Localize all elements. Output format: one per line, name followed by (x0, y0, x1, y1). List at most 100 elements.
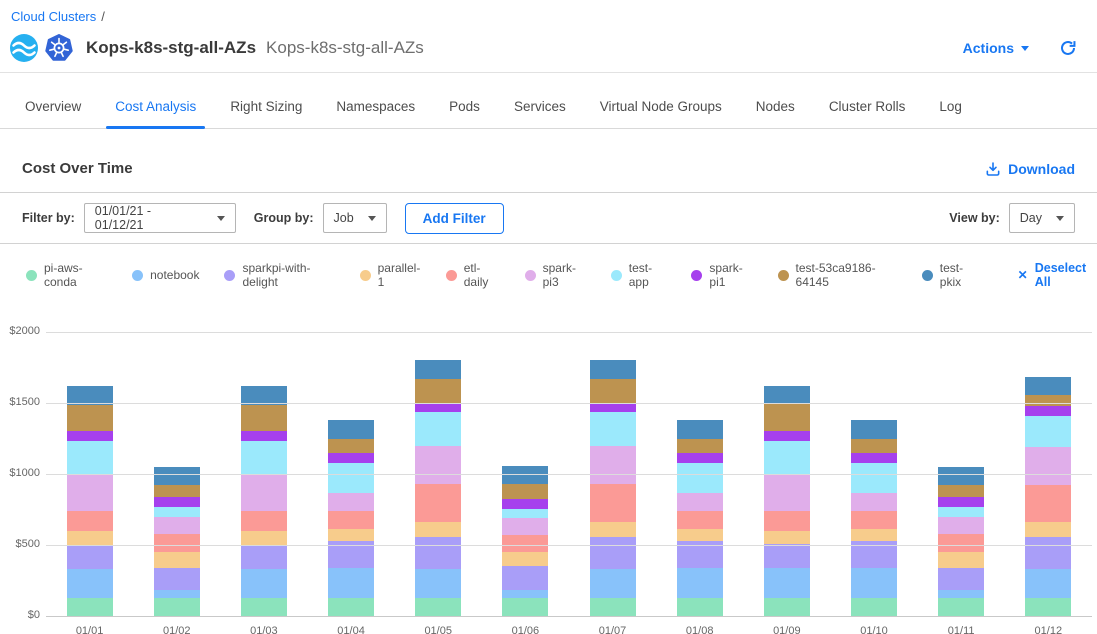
tab-cluster-rolls[interactable]: Cluster Rolls (829, 73, 906, 128)
bar-01-04[interactable] (328, 420, 374, 616)
legend-item-test-53ca9186-64145[interactable]: test-53ca9186-64145 (778, 261, 897, 289)
bar-01-01[interactable] (67, 386, 113, 616)
bar-segment-test-53ca9186-64145 (415, 379, 461, 403)
group-by-select[interactable]: Job (323, 203, 387, 233)
bar-segment-spark-pi1 (1025, 406, 1071, 416)
bar-segment-pi-aws-conda (938, 598, 984, 616)
deselect-all-button[interactable]: ✕Deselect All (1018, 261, 1097, 289)
add-filter-button[interactable]: Add Filter (405, 203, 504, 234)
tab-right-sizing[interactable]: Right Sizing (230, 73, 302, 128)
tab-virtual-node-groups[interactable]: Virtual Node Groups (600, 73, 722, 128)
bar-segment-parallel-1 (764, 531, 810, 544)
actions-button[interactable]: Actions (963, 40, 1029, 56)
bar-01-09[interactable] (764, 386, 810, 616)
bar-segment-test-53ca9186-64145 (502, 484, 548, 499)
tab-pods[interactable]: Pods (449, 73, 480, 128)
legend-item-test-app[interactable]: test-app (611, 261, 667, 289)
gridline (46, 474, 1092, 475)
bar-01-07[interactable] (590, 360, 636, 616)
bar-segment-spark-pi3 (67, 474, 113, 511)
cost-over-time-chart: 01/0101/0201/0301/0401/0501/0601/0701/08… (0, 289, 1097, 634)
legend-item-notebook[interactable]: notebook (132, 268, 199, 282)
legend-item-test-pkix[interactable]: test-pkix (922, 261, 979, 289)
bar-segment-test-app (590, 412, 636, 446)
legend-dot-icon (360, 270, 371, 281)
view-by-select[interactable]: Day (1009, 203, 1075, 233)
view-by-value: Day (1020, 211, 1042, 225)
bar-segment-test-pkix (154, 467, 200, 485)
bar-segment-test-app (677, 463, 723, 493)
refresh-icon[interactable] (1059, 39, 1077, 57)
x-axis-tick-label: 01/09 (764, 625, 810, 634)
bar-01-03[interactable] (241, 386, 287, 616)
y-axis-tick-label: $0 (0, 609, 40, 621)
bar-segment-sparkpi-with-delight (241, 545, 287, 569)
bar-segment-notebook (502, 590, 548, 598)
download-button[interactable]: Download (985, 161, 1075, 177)
bar-segment-spark-pi1 (590, 403, 636, 412)
deselect-all-label: Deselect All (1035, 261, 1097, 289)
section-title: Cost Over Time (22, 160, 133, 177)
bar-segment-pi-aws-conda (677, 598, 723, 616)
legend-dot-icon (132, 270, 143, 281)
legend-item-pi-aws-conda[interactable]: pi-aws-conda (26, 261, 107, 289)
bar-segment-test-pkix (677, 420, 723, 438)
tab-nodes[interactable]: Nodes (756, 73, 795, 128)
breadcrumb-separator: / (101, 9, 105, 24)
bar-segment-test-53ca9186-64145 (241, 405, 287, 432)
bar-segment-sparkpi-with-delight (764, 544, 810, 568)
bar-segment-sparkpi-with-delight (1025, 537, 1071, 570)
bar-segment-etl-daily (154, 534, 200, 552)
x-axis-tick-label: 01/08 (677, 625, 723, 634)
legend-item-etl-daily[interactable]: etl-daily (446, 261, 500, 289)
bar-segment-test-app (415, 412, 461, 446)
bar-01-08[interactable] (677, 420, 723, 616)
bar-segment-test-pkix (415, 360, 461, 379)
bar-01-10[interactable] (851, 420, 897, 616)
legend-item-spark-pi1[interactable]: spark-pi1 (691, 261, 752, 289)
bar-segment-test-pkix (764, 386, 810, 403)
gridline (46, 545, 1092, 546)
bar-segment-test-53ca9186-64145 (851, 439, 897, 453)
bar-segment-spark-pi3 (328, 493, 374, 511)
bar-segment-etl-daily (328, 511, 374, 529)
bar-segment-test-53ca9186-64145 (67, 405, 113, 432)
legend-label: sparkpi-with-delight (242, 261, 334, 289)
bar-01-06[interactable] (502, 466, 548, 616)
tab-overview[interactable]: Overview (25, 73, 81, 128)
chart-legend: pi-aws-conda notebook sparkpi-with-delight… (0, 244, 1097, 289)
bar-segment-test-pkix (1025, 377, 1071, 395)
bar-segment-sparkpi-with-delight (415, 537, 461, 570)
bar-segment-etl-daily (67, 511, 113, 531)
tab-log[interactable]: Log (939, 73, 962, 128)
date-range-value: 01/01/21 - 01/12/21 (95, 204, 203, 232)
legend-item-spark-pi3[interactable]: spark-pi3 (525, 261, 586, 289)
download-icon (985, 161, 1001, 177)
tab-namespaces[interactable]: Namespaces (336, 73, 415, 128)
bar-01-11[interactable] (938, 467, 984, 616)
breadcrumb-link-cloud-clusters[interactable]: Cloud Clusters (11, 9, 96, 24)
y-axis-tick-label: $1500 (0, 396, 40, 408)
title-bar: Kops-k8s-stg-all-AZs Kops-k8s-stg-all-AZ… (0, 24, 1097, 72)
bar-segment-test-53ca9186-64145 (938, 485, 984, 497)
tab-cost-analysis[interactable]: Cost Analysis (115, 73, 196, 128)
date-range-select[interactable]: 01/01/21 - 01/12/21 (84, 203, 236, 233)
bar-segment-notebook (677, 568, 723, 598)
y-axis-tick-label: $1000 (0, 467, 40, 479)
tab-services[interactable]: Services (514, 73, 566, 128)
bar-segment-notebook (1025, 569, 1071, 597)
bar-segment-etl-daily (851, 511, 897, 529)
bar-segment-spark-pi1 (677, 453, 723, 463)
bar-segment-spark-pi1 (154, 497, 200, 507)
legend-item-parallel-1[interactable]: parallel-1 (360, 261, 421, 289)
bar-segment-notebook (415, 569, 461, 597)
bar-segment-notebook (154, 590, 200, 597)
bar-segment-pi-aws-conda (764, 598, 810, 616)
bar-segment-pi-aws-conda (502, 598, 548, 616)
bar-segment-parallel-1 (502, 552, 548, 566)
bar-01-05[interactable] (415, 360, 461, 616)
bar-segment-test-pkix (328, 420, 374, 438)
legend-item-sparkpi-with-delight[interactable]: sparkpi-with-delight (224, 261, 334, 289)
bar-01-02[interactable] (154, 467, 200, 616)
bar-01-12[interactable] (1025, 377, 1071, 616)
